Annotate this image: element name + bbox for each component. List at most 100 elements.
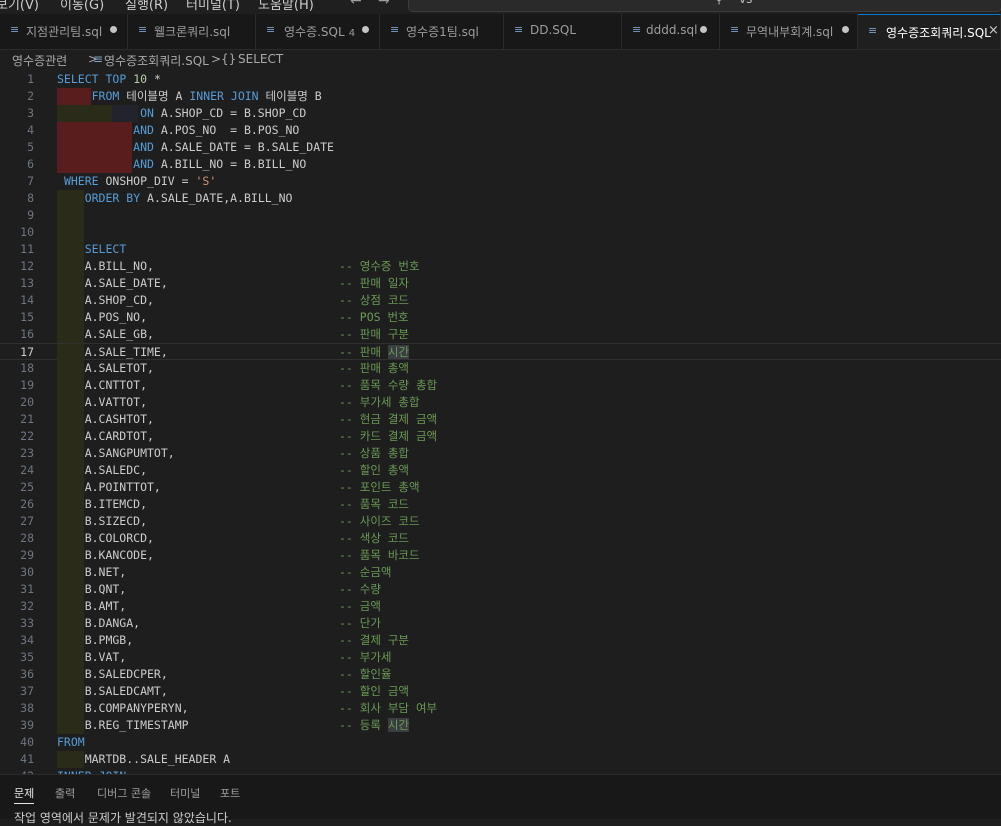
modified-dot-icon[interactable] <box>700 26 707 33</box>
menu-run[interactable]: 실행(R) <box>125 0 168 13</box>
code-line[interactable]: 21 A.CASHTOT, -- 현금 결제 금액 <box>0 411 1001 428</box>
code-line[interactable]: 37 B.SALEDCAMT, -- 할인 금액 <box>0 683 1001 700</box>
code-line[interactable]: 15 A.POS_NO, -- POS 번호 <box>0 309 1001 326</box>
forward-arrow-icon[interactable]: → <box>378 0 390 9</box>
code-line[interactable]: 13 A.SALE_DATE, -- 판매 일자 <box>0 275 1001 292</box>
code-text: B.KANCODE, <box>57 548 154 562</box>
tab-dddd[interactable]: ≡ dddd.sql <box>622 14 720 49</box>
modified-dot-icon[interactable] <box>110 26 117 33</box>
code-text: B.NET, <box>57 565 127 579</box>
code-line[interactable]: 9 <box>0 207 1001 224</box>
code-line[interactable]: 8 ORDER BY A.SALE_DATE,A.BILL_NO <box>0 190 1001 207</box>
code-line[interactable]: 1 SELECT TOP 10 * <box>0 71 1001 88</box>
code-line[interactable]: 10 <box>0 224 1001 241</box>
code-line[interactable]: 27 B.SIZECD, -- 사이즈 코드 <box>0 513 1001 530</box>
tab-dd[interactable]: ≡ DD.SQL <box>504 14 622 49</box>
line-number: 28 <box>20 531 34 545</box>
panel-tab-terminal[interactable]: 터미널 <box>170 785 200 801</box>
modified-dot-icon[interactable] <box>362 26 369 33</box>
code-line[interactable]: 16 A.SALE_GB, -- 판매 구분 <box>0 326 1001 343</box>
tab-jijeom[interactable]: ≡ 지점관리팀.sql <box>0 14 128 49</box>
code-text: B.SALEDCPER, <box>57 667 168 681</box>
panel-tab-ports[interactable]: 포트 <box>220 785 240 801</box>
breadcrumb-file[interactable]: 영수증조회쿼리.SQL <box>104 52 209 69</box>
tab-label: 영수증조회쿼리.SQL <box>886 26 991 40</box>
code-line[interactable]: 39 B.REG_TIMESTAMP -- 등록 시간 <box>0 717 1001 734</box>
line-number: 30 <box>20 565 34 579</box>
breadcrumb-symbol[interactable]: SELECT <box>238 52 283 66</box>
code-line[interactable]: 7 WHERE ONSHOP_DIV = 'S' <box>0 173 1001 190</box>
code-line[interactable]: 25 A.POINTTOT, -- 포인트 총액 <box>0 479 1001 496</box>
tab-receipt-query[interactable]: ≡ 영수증조회쿼리.SQL × <box>858 14 1001 49</box>
menu-terminal[interactable]: 터미널(T) <box>186 0 240 13</box>
code-line[interactable]: 2 FROM 테이블명 A INNER JOIN 테이블명 B <box>0 88 1001 105</box>
file-icon: ≡ <box>390 23 400 36</box>
code-line[interactable]: 28 B.COLORCD, -- 색상 코드 <box>0 530 1001 547</box>
code-line[interactable]: 6 AND A.BILL_NO = B.BILL_NO <box>0 156 1001 173</box>
code-line[interactable]: 19 A.CNTTOT, -- 품목 수량 총합 <box>0 377 1001 394</box>
line-number: 9 <box>27 208 34 222</box>
code-line[interactable]: 22 A.CARDTOT, -- 카드 결제 금액 <box>0 428 1001 445</box>
tab-receipt-team1[interactable]: ≡ 영수증1팀.sql <box>380 14 504 49</box>
code-line[interactable]: 30 B.NET, -- 순금액 <box>0 564 1001 581</box>
code-line[interactable]: 26 B.ITEMCD, -- 품목 코드 <box>0 496 1001 513</box>
panel-tab-problems[interactable]: 문제 <box>14 785 35 804</box>
code-text: FROM 테이블명 A INNER JOIN 테이블명 B <box>91 89 322 103</box>
command-center-search[interactable]: ⚲ vs <box>408 0 1001 12</box>
line-number: 34 <box>20 633 34 647</box>
code-line[interactable]: 34 B.PMGB, -- 결제 구분 <box>0 632 1001 649</box>
tab-trade-accounting[interactable]: ≡ 무역내부회계.sql <box>720 14 858 49</box>
tab-label: dddd.sql <box>646 23 698 37</box>
code-line[interactable]: 36 B.SALEDCPER, -- 할인율 <box>0 666 1001 683</box>
code-line[interactable]: 17 A.SALE_TIME, -- 판매 시간 <box>0 343 1001 361</box>
menu-go[interactable]: 이동(G) <box>60 0 104 13</box>
code-comment: -- 단가 <box>339 616 381 630</box>
code-comment: -- 결제 구분 <box>339 633 410 647</box>
problem-count: 4 <box>348 28 356 39</box>
code-line[interactable]: 41 MARTDB..SALE_HEADER A <box>0 751 1001 768</box>
code-line[interactable]: 12 A.BILL_NO, -- 영수증 번호 <box>0 258 1001 275</box>
code-text: FROM <box>57 735 85 749</box>
code-text: A.SALE_DATE, <box>57 276 168 290</box>
code-line[interactable]: 29 B.KANCODE, -- 품목 바코드 <box>0 547 1001 564</box>
code-line[interactable]: 18 A.SALETOT, -- 판매 총액 <box>0 360 1001 377</box>
back-arrow-icon[interactable]: ← <box>350 0 362 9</box>
code-comment: -- 판매 구분 <box>339 327 410 341</box>
code-comment: -- 판매 일자 <box>339 276 410 290</box>
breadcrumb: 영수증관련 > ≡ 영수증조회쿼리.SQL > {} SELECT <box>0 50 1001 70</box>
menu-help[interactable]: 도움말(H) <box>258 0 314 13</box>
code-text: B.AMT, <box>57 599 127 613</box>
code-comment: -- 수량 <box>339 582 381 596</box>
line-number: 16 <box>20 327 34 341</box>
code-text: B.ITEMCD, <box>57 497 148 511</box>
code-line[interactable]: 23 A.SANGPUMTOT, -- 상품 총합 <box>0 445 1001 462</box>
tab-welkron[interactable]: ≡ 웰크론쿼리.sql <box>128 14 256 49</box>
breadcrumb-folder[interactable]: 영수증관련 <box>12 52 67 69</box>
code-line[interactable]: 32 B.AMT, -- 금액 <box>0 598 1001 615</box>
line-number: 7 <box>27 174 34 188</box>
code-text: A.POINTTOT, <box>57 480 161 494</box>
tab-receipt[interactable]: ≡ 영수증.SQL 4 <box>256 14 380 49</box>
code-editor[interactable]: 1 SELECT TOP 10 * 2 FROM 테이블명 A INNER JOIN… <box>0 70 1001 774</box>
panel-tab-output[interactable]: 출력 <box>55 785 75 801</box>
code-line[interactable]: 31 B.QNT, -- 수량 <box>0 581 1001 598</box>
file-icon: ≡ <box>93 52 104 66</box>
code-line[interactable]: 38 B.COMPANYPERYN, -- 회사 부담 여부 <box>0 700 1001 717</box>
code-line[interactable]: 5 AND A.SALE_DATE = B.SALE_DATE <box>0 139 1001 156</box>
code-comment: -- 색상 코드 <box>339 531 410 545</box>
menu-view[interactable]: 보기(V) <box>0 0 39 13</box>
code-line[interactable]: 14 A.SHOP_CD, -- 상점 코드 <box>0 292 1001 309</box>
code-line[interactable]: 40 FROM <box>0 734 1001 751</box>
modified-dot-icon[interactable] <box>842 26 849 33</box>
code-line[interactable]: 3 ON A.SHOP_CD = B.SHOP_CD <box>0 105 1001 122</box>
code-line[interactable]: 4 AND A.POS_NO = B.POS_NO <box>0 122 1001 139</box>
code-line[interactable]: 24 A.SALEDC, -- 할인 총액 <box>0 462 1001 479</box>
code-line[interactable]: 11 SELECT <box>0 241 1001 258</box>
code-line[interactable]: 35 B.VAT, -- 부가세 <box>0 649 1001 666</box>
code-comment: -- 카드 결제 금액 <box>339 429 438 443</box>
code-line[interactable]: 33 B.DANGA, -- 단가 <box>0 615 1001 632</box>
code-comment: -- 영수증 번호 <box>339 259 420 273</box>
close-icon[interactable]: × <box>988 23 999 38</box>
panel-tab-debug-console[interactable]: 디버그 콘솔 <box>97 785 151 801</box>
code-line[interactable]: 20 A.VATTOT, -- 부가세 총합 <box>0 394 1001 411</box>
